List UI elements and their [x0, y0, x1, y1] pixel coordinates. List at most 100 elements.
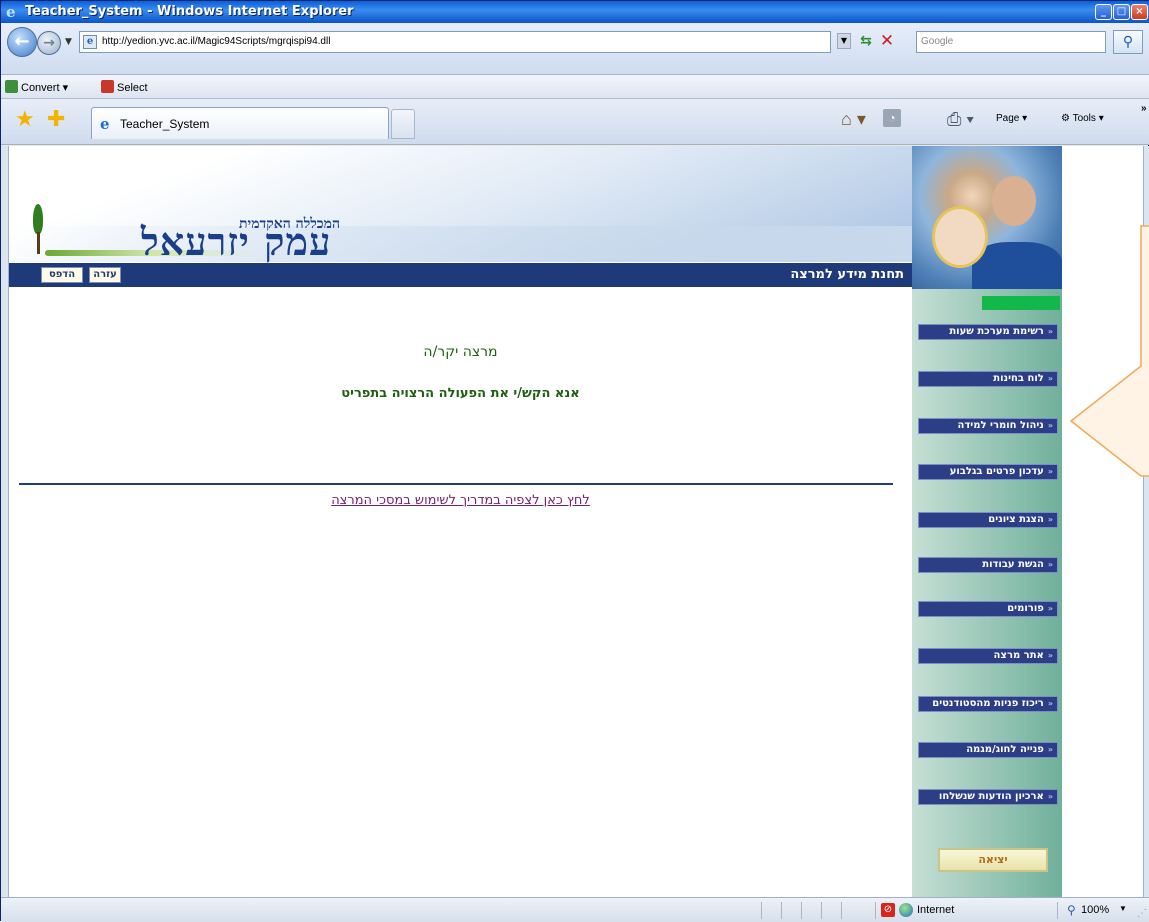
- sidebar-item-forums[interactable]: «פורומים: [918, 601, 1058, 617]
- address-url: http://yedion.yvc.ac.il/Magic94Scripts/m…: [102, 36, 331, 47]
- title-bar[interactable]: e Teacher_System - Windows Internet Expl…: [1, 1, 1149, 23]
- close-button[interactable]: ×: [1131, 4, 1148, 20]
- favorites-star-icon[interactable]: ★: [15, 109, 35, 131]
- chevron-left-icon: «: [1047, 745, 1053, 754]
- sidebar-item-label: עדכון פרטים בגלבוע: [949, 466, 1044, 477]
- internet-zone-icon: [899, 903, 913, 917]
- sidebar-item-label: פורומים: [1007, 603, 1044, 614]
- status-separator: [781, 902, 782, 919]
- students-photo: [912, 146, 1062, 289]
- back-button[interactable]: ←: [7, 27, 37, 57]
- forward-button[interactable]: →: [37, 31, 61, 55]
- callout-shape: [1069, 225, 1149, 477]
- tab-teacher-system[interactable]: e Teacher_System: [91, 107, 389, 139]
- sidebar-item-update-details[interactable]: «עדכון פרטים בגלבוע: [918, 464, 1058, 480]
- instruction-text: אנא הקש/י את הפעולה הרצויה בתפריט: [341, 386, 580, 401]
- address-input[interactable]: e http://yedion.yvc.ac.il/Magic94Scripts…: [79, 31, 831, 53]
- sidebar-item-assignments[interactable]: «הגשת עבודות: [918, 557, 1058, 573]
- sidebar-item-learning-materials[interactable]: «ניהול חומרי למידה: [918, 418, 1058, 434]
- tab-label: Teacher_System: [120, 117, 210, 131]
- sidebar-item-label: הצגת ציונים: [988, 514, 1044, 525]
- tab-bar: ★ ✚ e Teacher_System ⌂ ▾ ◔ ⎙ ▾ Page ▾ ⚙ …: [1, 99, 1149, 145]
- sidebar-item-department-request[interactable]: «פנייה לחוג/מגמה: [918, 742, 1058, 758]
- refresh-icon[interactable]: ⇆: [857, 32, 875, 50]
- new-tab-button[interactable]: [391, 109, 415, 139]
- status-separator: [1057, 902, 1058, 919]
- user-guide-link[interactable]: לחץ כאן לצפיה במדריך לשימוש במסכי המרצה: [9, 493, 912, 508]
- help-button[interactable]: עזרה: [89, 267, 121, 283]
- zoom-dropdown-icon[interactable]: ▼: [1119, 904, 1127, 913]
- select-icon: [101, 80, 114, 93]
- content-divider: [19, 483, 893, 485]
- search-icon[interactable]: ⚲: [1113, 30, 1143, 54]
- header-banner: המכללה האקדמית עמק יזרעאל: [9, 146, 912, 262]
- tools-menu[interactable]: ⚙ Tools ▾: [1061, 113, 1104, 124]
- status-separator: [841, 902, 842, 919]
- sidebar-item-label: לוח בחינות: [993, 373, 1044, 384]
- select-button[interactable]: Select: [101, 80, 148, 94]
- minimize-button[interactable]: _: [1095, 4, 1112, 20]
- add-favorite-icon[interactable]: ✚: [47, 109, 65, 131]
- ie-tab-icon: e: [100, 115, 110, 133]
- zoom-level[interactable]: 100%: [1081, 904, 1109, 916]
- feeds-icon[interactable]: ◔: [883, 109, 901, 127]
- page-title: תחנת מידע למרצה: [790, 267, 904, 282]
- sidebar-item-sent-messages[interactable]: «ארכיון הודעות שנשלחו: [918, 789, 1058, 805]
- print-icon[interactable]: ⎙ ▾: [947, 109, 974, 130]
- page-menu[interactable]: Page ▾: [996, 113, 1027, 124]
- chevron-left-icon: «: [1047, 604, 1053, 613]
- cypress-tree-icon: [33, 204, 43, 256]
- convert-icon: [5, 80, 18, 93]
- select-label: Select: [117, 82, 148, 94]
- popup-blocker-icon[interactable]: ⊘: [881, 903, 895, 917]
- ie-logo-icon: e: [6, 3, 16, 21]
- sidebar-item-label: פנייה לחוג/מגמה: [966, 744, 1044, 755]
- chevron-left-icon: «: [1047, 515, 1053, 524]
- sidebar-menu: «רשימת מערכת שעות «לוח בחינות «ניהול חומ…: [912, 146, 1062, 897]
- chevron-left-icon: «: [1047, 327, 1053, 336]
- search-input[interactable]: Google: [916, 31, 1106, 53]
- status-separator: [761, 902, 762, 919]
- status-separator: [821, 902, 822, 919]
- sidebar-item-label: ריכוז פניות מהסטודנטים: [932, 698, 1044, 709]
- chevron-left-icon: «: [1047, 699, 1053, 708]
- chevron-left-icon: «: [1047, 792, 1053, 801]
- page-content: המכללה האקדמית עמק יזרעאל הדפס עזרה תחנת…: [9, 146, 1143, 897]
- convert-button[interactable]: Convert ▾: [5, 80, 68, 94]
- exit-button[interactable]: יציאה: [938, 848, 1048, 872]
- chevron-left-icon: «: [1047, 560, 1053, 569]
- chevron-left-icon: «: [1047, 651, 1053, 660]
- sidebar-item-label: רשימת מערכת שעות: [949, 326, 1044, 337]
- chevron-left-icon: «: [1047, 374, 1053, 383]
- home-icon[interactable]: ⌂ ▾: [841, 109, 866, 130]
- recent-pages-dropdown-icon[interactable]: ▼: [65, 37, 72, 47]
- address-dropdown-icon[interactable]: ▼: [837, 33, 851, 49]
- stop-icon[interactable]: ✕: [877, 31, 897, 51]
- greeting-text: מרצה יקר/ה: [423, 344, 498, 360]
- page-menu-label: Page: [996, 113, 1020, 124]
- sidebar-item-label: אתר מרצה: [993, 650, 1044, 661]
- page-icon: e: [83, 35, 97, 49]
- convert-label: Convert: [21, 82, 60, 94]
- links-toolbar: Convert ▾ Select: [1, 75, 1149, 99]
- zoom-icon[interactable]: ⚲: [1067, 903, 1076, 917]
- tools-menu-label: Tools: [1072, 113, 1096, 124]
- maximize-button[interactable]: □: [1113, 4, 1130, 20]
- status-separator: [875, 902, 876, 919]
- sidebar-item-label: ארכיון הודעות שנשלחו: [938, 791, 1044, 802]
- sidebar-item-label: ניהול חומרי למידה: [957, 420, 1044, 431]
- toolbar-overflow-icon[interactable]: »: [1141, 103, 1147, 114]
- resize-grip-icon[interactable]: ⋰: [1137, 908, 1147, 919]
- window-title: Teacher_System - Windows Internet Explor…: [25, 4, 354, 19]
- window-frame-left: [1, 146, 9, 897]
- security-zone-label: Internet: [917, 904, 955, 916]
- sidebar-item-lecturer-site[interactable]: «אתר מרצה: [918, 648, 1058, 664]
- sidebar-item-grades[interactable]: «הצגת ציונים: [918, 512, 1058, 528]
- header-nav-bar: הדפס עזרה תחנת מידע למרצה: [9, 263, 912, 287]
- print-button[interactable]: הדפס: [41, 267, 83, 283]
- sidebar-item-schedule[interactable]: «רשימת מערכת שעות: [918, 324, 1058, 340]
- browser-window: e Teacher_System - Windows Internet Expl…: [0, 0, 1149, 922]
- sidebar-item-exams[interactable]: «לוח בחינות: [918, 371, 1058, 387]
- sidebar-item-student-requests[interactable]: «ריכוז פניות מהסטודנטים: [918, 696, 1058, 712]
- address-toolbar: ← → ▼ e http://yedion.yvc.ac.il/Magic94S…: [1, 23, 1149, 75]
